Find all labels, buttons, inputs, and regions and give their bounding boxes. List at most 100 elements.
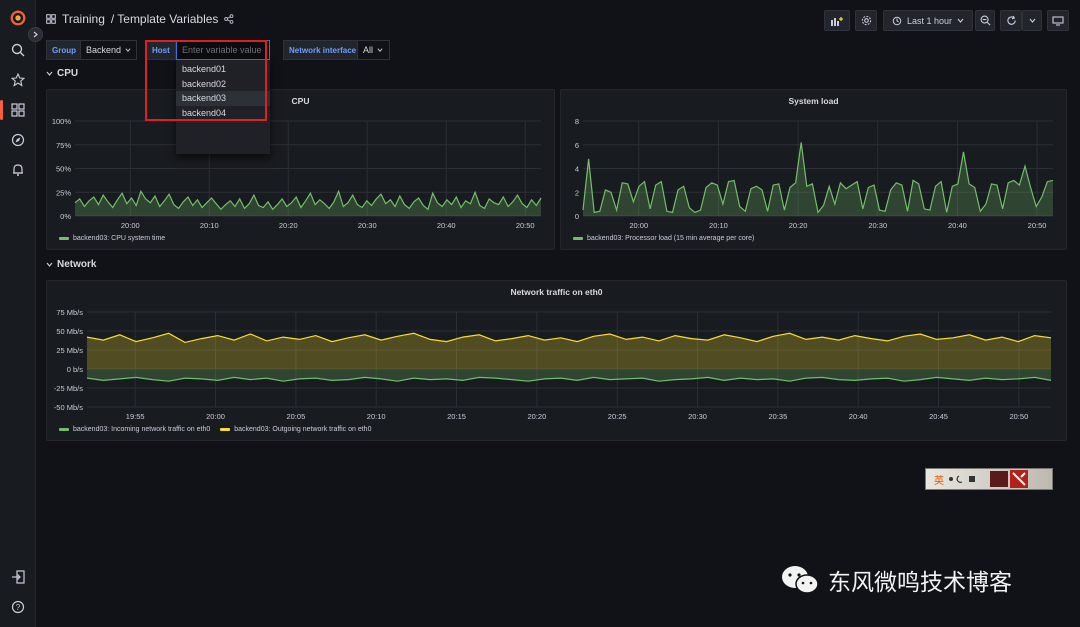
x-tick-label: 20:00 xyxy=(629,221,648,230)
chevron-down-icon xyxy=(1029,18,1035,23)
chevron-right-icon xyxy=(33,31,38,38)
x-tick-label: 20:50 xyxy=(516,221,535,230)
legend-label: backend03: Processor load (15 min averag… xyxy=(587,235,755,242)
legend-item[interactable]: backend03: Incoming network traffic on e… xyxy=(59,426,210,433)
ime-toolbar-badge: 英 xyxy=(925,468,1053,490)
alerting-bell-icon[interactable] xyxy=(8,160,28,180)
share-icon[interactable] xyxy=(224,14,234,24)
host-option-backend04[interactable]: backend04 xyxy=(176,106,270,121)
x-tick-label: 19:55 xyxy=(126,412,145,421)
breadcrumb-folder[interactable]: Training xyxy=(62,12,105,26)
starred-icon[interactable] xyxy=(8,70,28,90)
host-options-dropdown: backend01 backend02 backend03 backend04 xyxy=(176,60,270,154)
legend-item[interactable]: backend03: Outgoing network traffic on e… xyxy=(220,426,371,433)
legend-swatch xyxy=(59,237,69,240)
ime-language-label: 英 xyxy=(934,475,944,487)
y-tick-label: 0 xyxy=(575,212,579,221)
gear-icon xyxy=(861,15,871,26)
search-icon[interactable] xyxy=(8,40,28,60)
x-tick-label: 20:30 xyxy=(688,412,707,421)
zoom-out-button[interactable] xyxy=(975,10,995,31)
y-tick-label: -50 Mb/s xyxy=(54,403,83,412)
x-tick-label: 20:10 xyxy=(200,221,219,230)
x-tick-label: 20:45 xyxy=(929,412,948,421)
y-tick-label: 2 xyxy=(575,188,579,197)
dashboards-icon[interactable] xyxy=(8,100,28,120)
chevron-down-icon xyxy=(46,262,53,267)
active-indicator xyxy=(0,100,3,120)
row-network[interactable]: Network xyxy=(46,259,96,270)
time-picker-button[interactable]: Last 1 hour xyxy=(883,10,973,31)
x-tick-label: 20:40 xyxy=(437,221,456,230)
x-tick-label: 20:40 xyxy=(948,221,967,230)
group-variable-select[interactable]: Backend xyxy=(80,40,137,60)
view-mode-button[interactable] xyxy=(1047,10,1069,31)
system-load-panel[interactable]: System load 8 6 4 2 0 20:00 20:10 20:20 20:30 20:… xyxy=(560,89,1067,250)
refresh-interval-button[interactable] xyxy=(1022,10,1042,31)
network-interface-variable-label: Network interface xyxy=(283,40,363,60)
y-tick-label: 50% xyxy=(56,165,71,174)
sign-in-icon[interactable] xyxy=(8,567,28,587)
wechat-icon xyxy=(782,566,819,594)
row-cpu[interactable]: CPU xyxy=(46,68,78,79)
network-interface-variable-select[interactable]: All xyxy=(357,40,390,60)
host-option-backend01[interactable]: backend01 xyxy=(176,62,270,77)
y-tick-label: 25 Mb/s xyxy=(56,346,83,355)
system-load-chart: 8 6 4 2 0 20:00 20:10 20:20 20:30 20:40 20:50 xyxy=(575,117,1054,230)
grafana-logo-icon[interactable] xyxy=(8,8,28,28)
series-area xyxy=(583,142,1053,216)
expand-sidebar-button[interactable] xyxy=(28,27,43,42)
chevron-down-icon xyxy=(46,71,53,76)
y-tick-label: 100% xyxy=(52,117,72,126)
legend-swatch xyxy=(59,428,69,431)
x-tick-label: 20:40 xyxy=(849,412,868,421)
host-variable-input[interactable] xyxy=(176,40,270,60)
x-tick-label: 20:35 xyxy=(768,412,787,421)
y-tick-label: 25% xyxy=(56,188,71,197)
add-panel-button[interactable] xyxy=(824,10,850,31)
monitor-icon xyxy=(1052,15,1064,26)
x-tick-label: 20:00 xyxy=(206,412,225,421)
chevron-down-icon xyxy=(957,18,964,23)
watermark: 东风微鸣技术博客 xyxy=(780,563,1012,597)
network-legend[interactable]: backend03: Incoming network traffic on e… xyxy=(59,426,371,433)
host-option-backend02[interactable]: backend02 xyxy=(176,77,270,92)
help-icon[interactable]: ? xyxy=(8,597,28,617)
x-tick-label: 20:10 xyxy=(709,221,728,230)
cpu-panel[interactable]: CPU 100% 75% 50% 25% 0% 20:00 20:10 20:20 20:30 2… xyxy=(46,89,555,250)
system-load-legend[interactable]: backend03: Processor load (15 min averag… xyxy=(573,235,754,242)
y-tick-label: 8 xyxy=(575,117,579,126)
network-panel[interactable]: Network traffic on eth0 75 Mb/s 50 Mb/s 25… xyxy=(46,280,1067,441)
cpu-legend[interactable]: backend03: CPU system time xyxy=(59,235,165,242)
dashboard-settings-button[interactable] xyxy=(855,10,877,31)
explore-icon[interactable] xyxy=(8,130,28,150)
refresh-button[interactable] xyxy=(1000,10,1022,31)
legend-label: backend03: Incoming network traffic on e… xyxy=(73,426,211,433)
zoom-out-icon xyxy=(980,15,990,26)
x-tick-label: 20:20 xyxy=(527,412,546,421)
legend-label: backend03: CPU system time xyxy=(73,235,166,242)
row-network-title: Network xyxy=(57,259,97,270)
series-area xyxy=(75,191,541,216)
legend-item[interactable]: backend03: Processor load (15 min averag… xyxy=(573,235,754,242)
y-tick-label: 75% xyxy=(56,141,71,150)
svg-text:?: ? xyxy=(16,603,21,612)
y-tick-label: 4 xyxy=(575,165,579,174)
row-cpu-title: CPU xyxy=(57,68,79,79)
group-variable-label: Group xyxy=(46,40,82,60)
cpu-chart: 100% 75% 50% 25% 0% 20:00 20:10 20:20 20:30 20:40… xyxy=(52,117,542,230)
x-tick-label: 20:10 xyxy=(367,412,386,421)
ime-tool-icons xyxy=(949,475,975,483)
x-tick-label: 20:25 xyxy=(608,412,627,421)
dashboards-icon xyxy=(46,14,56,24)
legend-label: backend03: Outgoing network traffic on e… xyxy=(234,426,372,433)
add-panel-icon xyxy=(831,16,843,26)
refresh-icon xyxy=(1006,15,1016,25)
x-tick-label: 20:20 xyxy=(279,221,298,230)
y-tick-label: -25 Mb/s xyxy=(54,384,83,393)
dashboard-title[interactable]: Template Variables xyxy=(117,12,218,26)
y-tick-label: 6 xyxy=(575,141,579,150)
panel-title: Network traffic on eth0 xyxy=(510,287,603,297)
host-option-backend03[interactable]: backend03 xyxy=(176,91,270,106)
legend-item[interactable]: backend03: CPU system time xyxy=(59,235,165,242)
